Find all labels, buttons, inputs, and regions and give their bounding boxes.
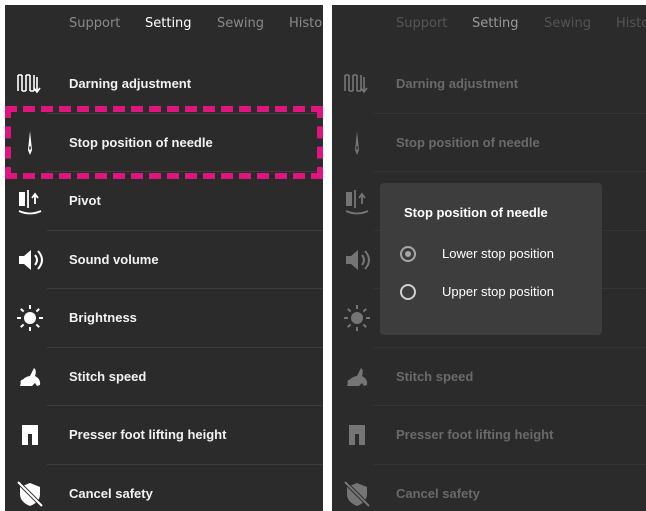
settings-list: Darning adjustment Stop position of need… — [5, 55, 323, 511]
speaker-icon — [342, 245, 372, 275]
setting-label: Stitch speed — [69, 368, 147, 384]
setting-label: Presser foot lifting height — [69, 427, 227, 442]
setting-label: Cancel safety — [396, 485, 480, 501]
needle-icon — [342, 128, 372, 158]
setting-stop-position-of-needle[interactable]: Stop position of needle — [5, 114, 323, 172]
tab-support[interactable]: Support — [69, 16, 120, 31]
stop-position-dialog: Stop position of needle Lower stop posit… — [380, 183, 602, 335]
setting-label: Sound volume — [69, 251, 159, 267]
settings-screen: Support Setting Sewing History Darning a… — [5, 5, 323, 511]
dialog-title: Stop position of needle — [404, 205, 548, 220]
shield-off-icon — [342, 479, 372, 509]
setting-sound-volume[interactable]: Sound volume — [5, 231, 323, 289]
setting-darning-adjustment[interactable]: Darning adjustment — [332, 55, 646, 114]
needle-icon — [15, 128, 45, 158]
option-lower-stop-position[interactable]: Lower stop position — [400, 242, 590, 266]
tab-history[interactable]: History — [616, 16, 646, 31]
settings-screen-with-dialog: Support Setting Sewing History Darning a… — [332, 5, 646, 511]
darning-icon — [342, 69, 372, 99]
pivot-icon — [15, 186, 45, 216]
setting-label: Brightness — [69, 310, 137, 325]
radio-unselected-icon[interactable] — [400, 284, 416, 300]
tab-setting[interactable]: Setting — [145, 16, 192, 31]
setting-label: Stitch speed — [396, 368, 474, 384]
setting-presser-foot-lifting-height[interactable]: Presser foot lifting height — [5, 406, 323, 465]
tab-bar: Support Setting Sewing History — [5, 5, 323, 45]
setting-stop-position-of-needle[interactable]: Stop position of needle — [332, 114, 646, 172]
tab-support[interactable]: Support — [396, 16, 447, 31]
setting-presser-foot-lifting-height[interactable]: Presser foot lifting height — [332, 406, 646, 465]
setting-label: Presser foot lifting height — [396, 427, 554, 442]
setting-stitch-speed[interactable]: Stitch speed — [332, 348, 646, 406]
setting-label: Stop position of needle — [69, 134, 213, 150]
setting-label: Cancel safety — [69, 485, 153, 501]
presser-foot-icon — [342, 420, 372, 450]
setting-label: Stop position of needle — [396, 134, 540, 150]
setting-cancel-safety[interactable]: Cancel safety — [5, 465, 323, 511]
tab-setting[interactable]: Setting — [472, 16, 519, 31]
setting-label: Pivot — [69, 193, 101, 208]
rabbit-icon — [342, 362, 372, 392]
setting-brightness[interactable]: Brightness — [5, 289, 323, 348]
option-label: Lower stop position — [442, 246, 555, 261]
sun-icon — [342, 303, 372, 333]
tab-sewing[interactable]: Sewing — [544, 16, 591, 31]
setting-darning-adjustment[interactable]: Darning adjustment — [5, 55, 323, 114]
presser-foot-icon — [15, 420, 45, 450]
setting-label: Darning adjustment — [396, 76, 519, 91]
option-upper-stop-position[interactable]: Upper stop position — [400, 280, 590, 304]
darning-icon — [15, 69, 45, 99]
speaker-icon — [15, 245, 45, 275]
setting-pivot[interactable]: Pivot — [5, 172, 323, 231]
sun-icon — [15, 303, 45, 333]
setting-label: Darning adjustment — [69, 76, 192, 91]
tab-bar: Support Setting Sewing History — [332, 5, 646, 45]
shield-off-icon — [15, 479, 45, 509]
option-label: Upper stop position — [442, 284, 555, 299]
tab-history[interactable]: History — [289, 16, 323, 31]
setting-stitch-speed[interactable]: Stitch speed — [5, 348, 323, 406]
tab-sewing[interactable]: Sewing — [217, 16, 264, 31]
radio-selected-icon[interactable] — [400, 246, 416, 262]
setting-cancel-safety[interactable]: Cancel safety — [332, 465, 646, 511]
rabbit-icon — [15, 362, 45, 392]
pivot-icon — [342, 186, 372, 216]
